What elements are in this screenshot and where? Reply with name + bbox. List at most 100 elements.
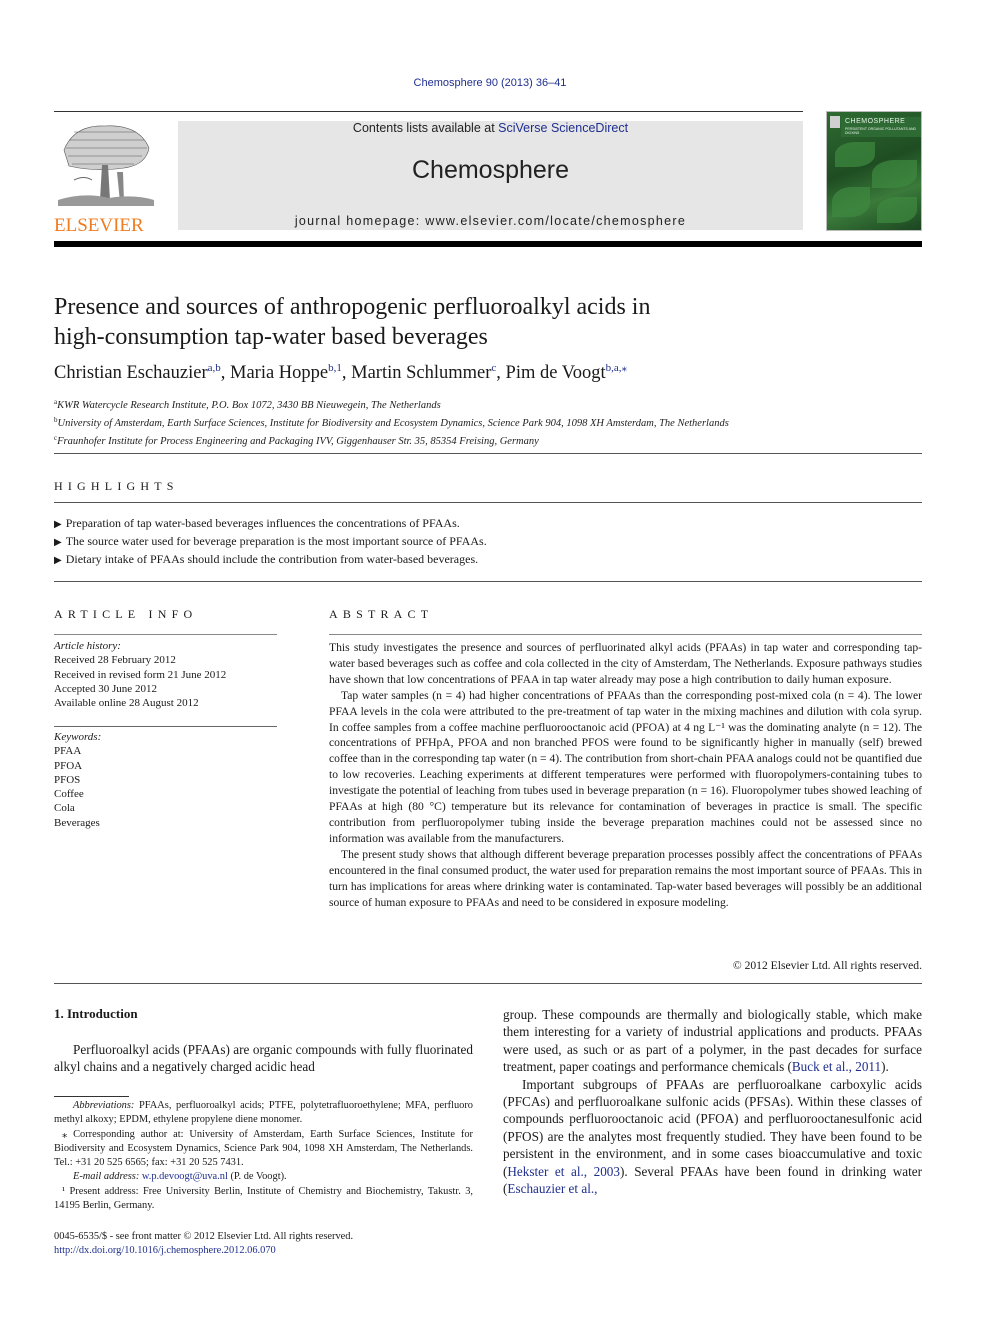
email-suffix: (P. de Voogt). [227,1171,287,1183]
author-list: Christian Eschauziera,b, Maria Hoppeb,1,… [54,361,627,384]
corresponding-author-footnote: ⁎ Corresponding author at: University of… [54,1128,473,1169]
keyword: Coffee [54,788,84,801]
keywords-label: Keywords: [54,731,102,743]
article-history: Article history: Received 28 February 20… [54,639,277,710]
author-name: Christian Eschauzier [54,363,208,383]
section-divider [329,634,922,635]
abstract-heading: ABSTRACT [329,607,434,621]
contents-availability: Contents lists available at SciVerse Sci… [178,121,803,135]
email-label: E-mail address: [73,1171,140,1183]
title-line-2: high-consumption tap-water based beverag… [54,324,488,350]
elsevier-tree-icon [54,120,156,210]
section-divider [54,453,922,454]
title-line-1: Presence and sources of anthropogenic pe… [54,294,651,320]
reference-link[interactable]: Hekster et al., 2003 [507,1164,620,1179]
contents-prefix: Contents lists available at [352,121,499,135]
abbreviations-footnote: Abbreviations: PFAAs, perfluoroalkyl aci… [54,1099,473,1128]
highlight-item: ▶ Preparation of tap water-based beverage… [54,515,487,533]
leaf-shape [835,142,875,167]
header-thick-rule [54,241,922,247]
journal-citation-link[interactable]: Chemosphere 90 (2013) 36–41 [0,77,980,89]
paragraph-text: ). [881,1059,889,1075]
section-divider [54,726,277,727]
keyword: PFOA [54,759,83,772]
abstract-copyright: © 2012 Elsevier Ltd. All rights reserved… [732,959,922,972]
issn-line: 0045-6535/$ - see front matter © 2012 El… [54,1231,354,1242]
highlight-text: Preparation of tap water-based beverages… [65,516,460,530]
highlight-item: ▶ Dietary intake of PFAAs should include … [54,551,487,569]
leaf-shape [877,197,917,223]
body-paragraph: Perfluoroalkyl acids (PFAAs) are organic… [54,1042,473,1075]
email-footnote: E-mail address: w.p.devoogt@uva.nl (P. d… [54,1170,473,1184]
section-divider [54,983,922,984]
author-separator: , [341,363,352,383]
abstract-paragraph: This study investigates the presence and… [329,641,922,686]
affiliation-item: aKWR Watercycle Research Institute, P.O.… [54,395,729,413]
author-affiliation-link[interactable]: b,a,⁎ [606,362,627,374]
journal-cover-image: CHEMOSPHERE PERSISTENT ORGANIC POLLUTANT… [826,111,922,231]
introduction-heading: 1. Introduction [54,1006,138,1021]
abbreviations-label: Abbreviations: [73,1100,135,1111]
history-item: Accepted 30 June 2012 [54,682,157,695]
section-divider [54,502,922,503]
highlight-text: The source water used for beverage prepa… [65,534,487,548]
affiliation-text: KWR Watercycle Research Institute, P.O. … [57,400,441,411]
abstract-paragraph: Tap water samples (n = 4) had higher con… [329,688,922,845]
body-paragraph: Important subgroups of PFAAs are perfluo… [503,1076,922,1198]
header-top-rule [54,111,803,112]
leaf-shape [832,187,870,217]
affiliation-text: University of Amsterdam, Earth Surface S… [57,418,729,429]
author-affiliation-link[interactable]: a,b [208,362,221,374]
keywords: Keywords: PFAA PFOA PFOS Coffee Cola Bev… [54,730,277,830]
introduction-right-column: group. These compounds are thermally and… [503,1006,922,1197]
email-link[interactable]: w.p.devoogt@uva.nl [142,1171,228,1182]
keyword: Cola [54,802,75,815]
elsevier-wordmark: ELSEVIER [54,215,144,236]
cover-publisher-logo [830,116,840,128]
keyword: PFAA [54,745,82,758]
history-label: Article history: [54,640,121,652]
article-info-heading: ARTICLE INFO [54,607,198,621]
author-separator: , [220,363,230,383]
reference-link[interactable]: Eschauzier et al., [507,1181,597,1196]
author-separator: , [496,363,506,383]
history-item: Received in revised form 21 June 2012 [54,668,227,681]
highlights-list: ▶ Preparation of tap water-based beverage… [54,515,487,569]
highlight-text: Dietary intake of PFAAs should include t… [65,552,479,566]
affiliation-list: aKWR Watercycle Research Institute, P.O.… [54,395,729,449]
history-item: Available online 28 August 2012 [54,697,199,710]
cover-subtitle: PERSISTENT ORGANIC POLLUTANTS AND DIOXIN… [845,127,917,135]
journal-homepage[interactable]: journal homepage: www.elsevier.com/locat… [178,214,803,228]
doi-link[interactable]: http://dx.doi.org/10.1016/j.chemosphere.… [54,1245,276,1256]
front-matter: 0045-6535/$ - see front matter © 2012 El… [54,1230,353,1259]
affiliation-text: Fraunhofer Institute for Process Enginee… [57,436,539,447]
author-name: Martin Schlummer [351,363,492,383]
keyword: PFOS [54,773,81,786]
reference-link[interactable]: Buck et al., 2011 [792,1059,881,1074]
section-divider [54,581,922,582]
leaf-shape [872,160,917,188]
triangle-bullet-icon: ▶ [54,519,62,530]
elsevier-logo: ELSEVIER [54,120,156,236]
author-affiliation-link[interactable]: b,1 [328,362,342,374]
affiliation-item: bUniversity of Amsterdam, Earth Surface … [54,413,729,431]
sciencedirect-link[interactable]: SciVerse ScienceDirect [498,121,628,135]
footnotes: Abbreviations: PFAAs, perfluoroalkyl aci… [54,1099,473,1213]
highlights-heading: HIGHLIGHTS [54,479,179,493]
highlight-item: ▶ The source water used for beverage prep… [54,533,487,551]
footnote-rule [54,1096,129,1097]
triangle-bullet-icon: ▶ [54,555,62,566]
abstract-body: This study investigates the presence and… [329,640,922,910]
introduction-left-column: Perfluoroalkyl acids (PFAAs) are organic… [54,1041,473,1076]
journal-name: Chemosphere [411,156,570,184]
abstract-paragraph: The present study shows that although di… [329,847,922,909]
keyword: Beverages [54,816,100,829]
article-title: Presence and sources of anthropogenic pe… [54,292,854,352]
history-item: Received 28 February 2012 [54,654,176,667]
affiliation-item: cFraunhofer Institute for Process Engine… [54,431,729,449]
present-address-footnote: ¹ Present address: Free University Berli… [54,1185,473,1212]
cover-title: CHEMOSPHERE [845,118,906,125]
author-name: Pim de Voogt [505,363,606,383]
section-divider [54,634,277,635]
author-name: Maria Hoppe [230,363,329,383]
